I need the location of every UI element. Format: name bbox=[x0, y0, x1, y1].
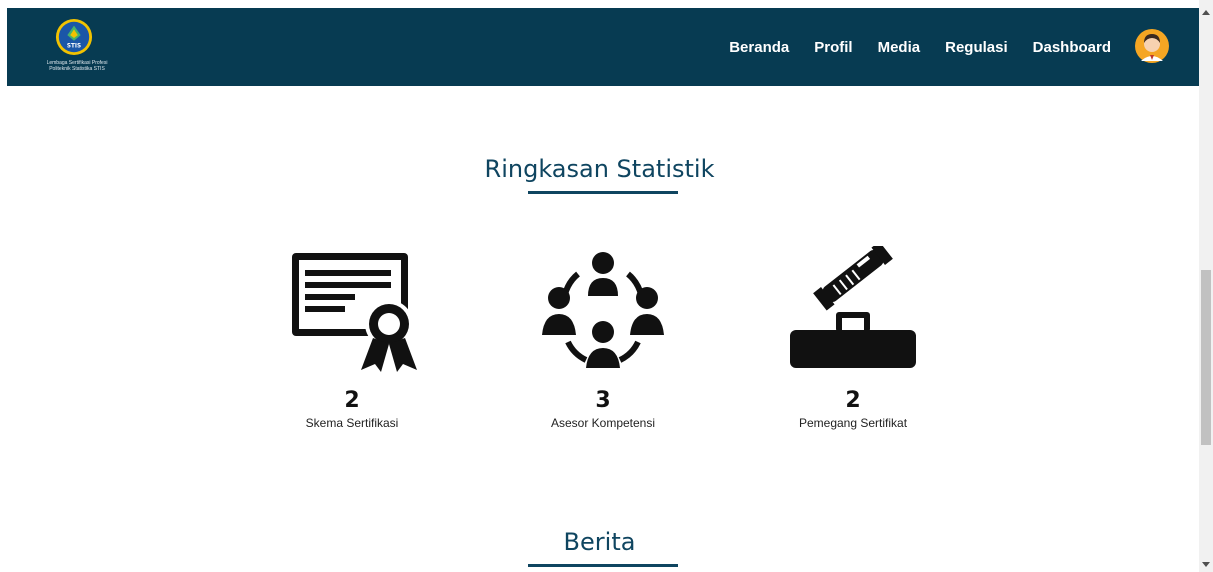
stat-value: 2 bbox=[845, 388, 861, 413]
brand-logo[interactable]: STIS Lembaga Sertifikasi Profesi Politek… bbox=[37, 18, 127, 78]
nav-regulasi[interactable]: Regulasi bbox=[945, 39, 1008, 56]
vertical-scrollbar[interactable] bbox=[1199, 0, 1213, 572]
nav-beranda[interactable]: Beranda bbox=[729, 39, 789, 56]
scroll-down-arrow-icon[interactable] bbox=[1202, 562, 1210, 567]
stat-value: 3 bbox=[595, 388, 611, 413]
stat-label: Pemegang Sertifikat bbox=[798, 416, 908, 430]
stat-asesor-kompetensi: 3 Asesor Kompetensi bbox=[503, 246, 703, 436]
handshake-briefcase-icon bbox=[790, 246, 916, 368]
nav-profil[interactable]: Profil bbox=[814, 39, 852, 56]
scroll-up-arrow-icon[interactable] bbox=[1202, 10, 1210, 15]
stat-label: Asesor Kompetensi bbox=[550, 416, 656, 430]
page: STIS Lembaga Sertifikasi Profesi Politek… bbox=[0, 0, 1199, 572]
news-title-underline bbox=[528, 564, 678, 567]
stats-title-underline bbox=[528, 191, 678, 194]
stat-pemegang-sertifikat: 2 Pemegang Sertifikat bbox=[753, 246, 953, 436]
svg-text:STIS: STIS bbox=[67, 43, 81, 49]
nav-media[interactable]: Media bbox=[878, 39, 921, 56]
stats-section-title: Ringkasan Statistik bbox=[484, 155, 715, 183]
stat-label: Skema Sertifikasi bbox=[305, 416, 399, 430]
certificate-icon bbox=[292, 253, 417, 372]
navbar: STIS Lembaga Sertifikasi Profesi Politek… bbox=[7, 8, 1199, 86]
stat-skema-sertifikasi: 2 Skema Sertifikasi bbox=[252, 246, 452, 436]
nav-links: Beranda Profil Media Regulasi Dashboard bbox=[704, 8, 1111, 86]
lsp-stis-logo-icon: STIS bbox=[55, 18, 93, 56]
group-icon bbox=[542, 252, 664, 368]
news-section-title: Berita bbox=[563, 528, 636, 556]
brand-line-2: Politeknik Statistika STIS bbox=[49, 66, 105, 72]
nav-dashboard[interactable]: Dashboard bbox=[1033, 39, 1111, 56]
brand-text: Lembaga Sertifikasi Profesi Politeknik S… bbox=[37, 60, 117, 72]
stat-value: 2 bbox=[344, 388, 360, 413]
top-strip bbox=[0, 0, 1199, 8]
user-avatar-icon[interactable] bbox=[1135, 29, 1169, 63]
scroll-thumb[interactable] bbox=[1201, 270, 1211, 445]
